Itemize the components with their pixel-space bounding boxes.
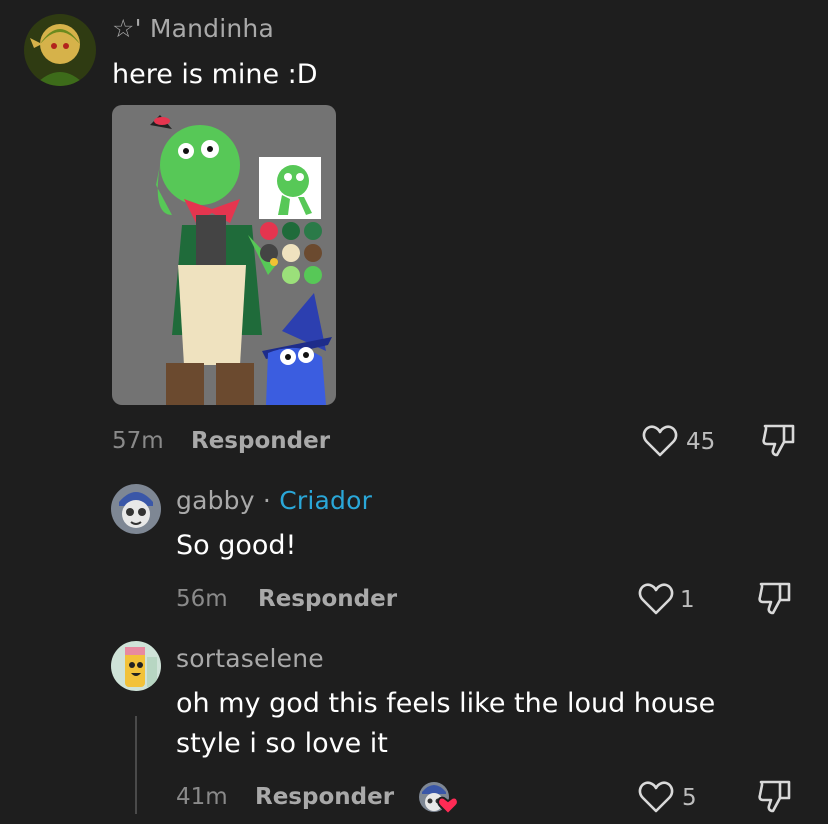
reply-button[interactable]: Responder <box>255 784 394 810</box>
avatar-mandinha[interactable] <box>24 14 96 86</box>
name-separator: · <box>262 486 272 515</box>
comment-timestamp: 56m <box>176 586 228 612</box>
thread-line <box>135 716 137 814</box>
reply-button[interactable]: Responder <box>258 586 397 612</box>
comment-username[interactable]: gabby <box>176 486 255 515</box>
creator-liked-avatar-icon <box>418 780 460 816</box>
heart-outline-icon[interactable] <box>642 424 678 458</box>
comment-username[interactable]: sortaselene <box>176 644 324 673</box>
comment-username-line: gabby · Criador <box>176 486 372 515</box>
comment-timestamp: 57m <box>112 428 164 454</box>
like-count: 5 <box>682 785 697 811</box>
thumbs-down-icon[interactable] <box>758 778 792 814</box>
comment-text-line: style i so love it <box>176 728 388 759</box>
heart-outline-icon[interactable] <box>638 582 674 616</box>
creator-badge: Criador <box>279 486 373 515</box>
avatar-gabby[interactable] <box>111 484 161 534</box>
comment-username[interactable]: ☆' Mandinha <box>112 14 274 43</box>
thumbs-down-icon[interactable] <box>758 580 792 616</box>
comment-timestamp: 41m <box>176 784 228 810</box>
heart-outline-icon[interactable] <box>638 780 674 814</box>
reply-button[interactable]: Responder <box>191 428 330 454</box>
comment-text: here is mine :D <box>112 59 318 90</box>
comment-text: So good! <box>176 530 297 561</box>
thumbs-down-icon[interactable] <box>762 422 796 458</box>
avatar-sortaselene[interactable] <box>111 641 161 691</box>
comment-attached-image[interactable] <box>112 105 336 405</box>
like-count: 1 <box>680 587 695 613</box>
like-count: 45 <box>686 429 716 455</box>
comment-text-line: oh my god this feels like the loud house <box>176 688 716 719</box>
